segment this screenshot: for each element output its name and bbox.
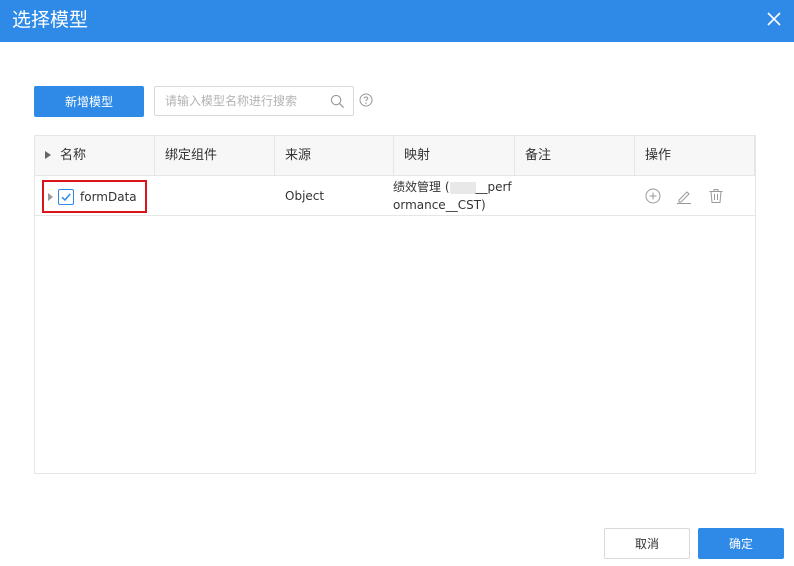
table-row[interactable]: formData Object 绩效管理 ( __perf ormance__CS… bbox=[35, 176, 755, 216]
help-icon[interactable] bbox=[359, 93, 373, 107]
edit-icon[interactable] bbox=[676, 188, 692, 204]
model-table: 名称 绑定组件 来源 映射 备注 操作 formData Object 绩效管理… bbox=[34, 135, 756, 474]
column-header-mapping: 映射 bbox=[394, 136, 515, 175]
close-icon[interactable] bbox=[766, 11, 782, 27]
mapping-prefix: 绩效管理 ( bbox=[393, 180, 450, 194]
confirm-button[interactable]: 确定 bbox=[698, 528, 784, 559]
dialog-title: 选择模型 bbox=[12, 9, 89, 31]
checkbox-checked-icon bbox=[61, 193, 71, 202]
row-name-cell: formData bbox=[42, 180, 147, 213]
search-icon[interactable] bbox=[330, 94, 345, 109]
row-checkbox[interactable] bbox=[58, 189, 74, 205]
search-input[interactable] bbox=[155, 87, 325, 115]
expand-all-icon[interactable] bbox=[45, 150, 51, 159]
column-header-remark: 备注 bbox=[515, 136, 635, 175]
mapping-suffix: __perf bbox=[475, 180, 512, 194]
expand-row-icon[interactable] bbox=[48, 193, 53, 201]
mapping-line2: ormance__CST) bbox=[393, 198, 486, 212]
row-source: Object bbox=[285, 189, 325, 203]
column-header-bound-component: 绑定组件 bbox=[155, 136, 275, 175]
table-header: 名称 绑定组件 来源 映射 备注 操作 bbox=[35, 136, 755, 176]
add-icon[interactable] bbox=[645, 188, 661, 204]
column-header-name[interactable]: 名称 bbox=[35, 136, 155, 175]
cancel-button[interactable]: 取消 bbox=[604, 528, 690, 559]
dialog-header: 选择模型 bbox=[0, 0, 794, 42]
search-box bbox=[154, 86, 354, 116]
redacted-mask bbox=[449, 181, 476, 194]
column-header-actions: 操作 bbox=[635, 136, 755, 175]
row-name: formData bbox=[80, 190, 137, 204]
delete-icon[interactable] bbox=[708, 188, 724, 204]
new-model-button[interactable]: 新增模型 bbox=[34, 86, 144, 117]
column-header-source: 来源 bbox=[275, 136, 394, 175]
row-mapping: 绩效管理 ( __perf ormance__CST) bbox=[393, 178, 523, 214]
